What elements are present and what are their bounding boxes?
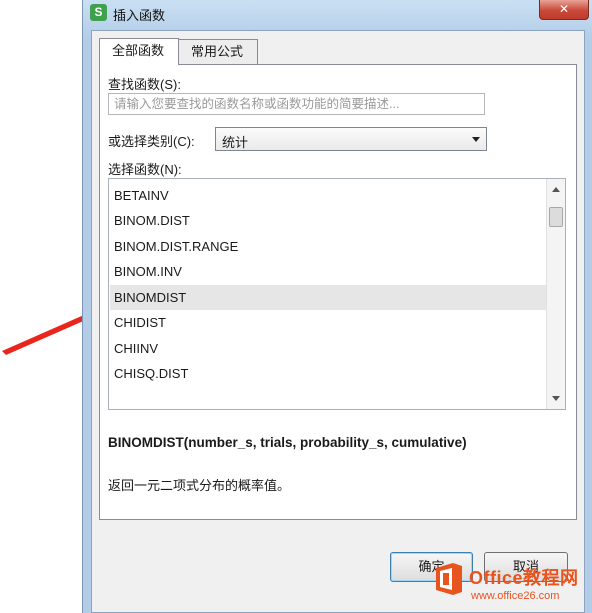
list-item[interactable]: CHIINV [110,336,547,361]
insert-function-dialog: S 插入函数 ✕ 全部函数 常用公式 查找函数(S): 或选择类别(C): 统计… [82,0,592,613]
tab-label: 常用公式 [191,44,244,59]
list-item-selected[interactable]: BINOMDIST [110,285,547,310]
function-description: 返回一元二项式分布的概率值。 [108,478,291,493]
wps-app-icon: S [90,4,107,21]
list-item[interactable]: BINOM.DIST.RANGE [110,234,547,259]
category-select[interactable]: 统计 [215,127,487,151]
category-value: 统计 [222,135,249,150]
function-syntax: BINOMDIST(number_s, trials, probability_… [108,435,467,450]
list-scrollbar[interactable] [546,179,565,409]
list-item[interactable]: CHIDIST [110,310,547,335]
watermark-url: www.office26.com [471,590,560,602]
list-item[interactable]: CHISQ.DIST [110,361,547,386]
tab-all-functions[interactable]: 全部函数 [99,38,179,65]
list-item[interactable]: BINOM.DIST [110,208,547,233]
function-list-label: 选择函数(N): [108,162,182,177]
watermark-name: Office教程网 [469,568,579,588]
function-list[interactable]: BETAINV BINOM.DIST BINOM.DIST.RANGE BINO… [108,178,566,410]
dialog-title: 插入函数 [113,8,166,23]
dialog-client-area: 全部函数 常用公式 查找函数(S): 或选择类别(C): 统计 选择函数(N):… [91,30,585,613]
scroll-down-icon[interactable] [552,396,560,401]
tab-label: 全部函数 [112,43,165,58]
title-bar: S 插入函数 ✕ [83,0,592,26]
close-button[interactable]: ✕ [539,0,589,20]
search-label: 查找函数(S): [108,77,181,92]
list-item[interactable]: BETAINV [110,183,547,208]
office-logo-icon [436,563,462,595]
close-icon: ✕ [558,2,570,16]
scroll-thumb[interactable] [549,207,563,227]
search-input[interactable] [108,93,485,115]
watermark: Office教程网 www.office26.com [433,560,592,613]
chevron-down-icon [472,137,480,142]
scroll-up-icon[interactable] [552,187,560,192]
category-label: 或选择类别(C): [108,134,195,149]
tab-common-formulas[interactable]: 常用公式 [178,39,258,64]
list-item[interactable]: BINOM.INV [110,259,547,284]
